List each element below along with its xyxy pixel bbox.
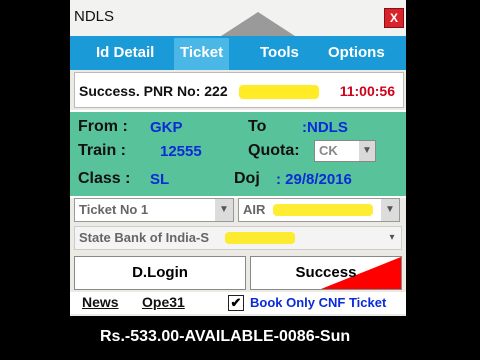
window-title: NDLS: [74, 8, 115, 25]
to-label: To: [248, 118, 267, 135]
chevron-down-icon[interactable]: ▼: [359, 141, 375, 161]
bank-value: State Bank of India-S: [79, 230, 210, 245]
cnf-label[interactable]: Book Only CNF Ticket: [250, 295, 386, 310]
class-value: SL: [150, 171, 170, 188]
news-link[interactable]: News: [82, 294, 119, 310]
bank-select[interactable]: State Bank of India-S ▾: [74, 226, 402, 250]
payment-value: AIR: [243, 202, 266, 217]
success-label: Success: [295, 264, 357, 281]
ope-link[interactable]: Ope31: [142, 294, 185, 310]
redaction-highlight: [225, 232, 295, 244]
class-label: Class :: [78, 170, 131, 187]
ticker-text: Rs.-533.00-AVAILABLE-0086-Sun: [100, 328, 351, 345]
chevron-down-icon[interactable]: ▼: [215, 199, 233, 221]
train-value: 12555: [160, 143, 202, 160]
cnf-checkbox[interactable]: ✔: [228, 295, 244, 311]
pnr-status: Success. PNR No: 222: [79, 83, 228, 99]
status-bar: Success. PNR No: 222 11:00:56: [74, 72, 404, 108]
payment-select[interactable]: AIR ▼: [238, 198, 400, 222]
chevron-down-icon[interactable]: ▼: [381, 199, 399, 221]
overlay-shape: [218, 12, 298, 38]
quota-value: CK: [319, 143, 338, 158]
ticker-bar: Rs.-533.00-AVAILABLE-0086-Sun: [70, 316, 406, 360]
doj-value: : 29/8/2016: [276, 171, 352, 188]
login-button[interactable]: D.Login: [74, 256, 246, 290]
menu-options[interactable]: Options: [328, 44, 385, 61]
doj-label: Doj: [234, 170, 260, 187]
journey-panel: From : GKP To :NDLS Train : 12555 Quota:…: [70, 110, 406, 198]
menu-ticket[interactable]: Ticket: [174, 38, 230, 70]
ticket-no-value: Ticket No 1: [79, 202, 149, 217]
title-bar: NDLS X: [70, 0, 406, 38]
app-window: NDLS X Id Detail Ticket Tools Options Su…: [70, 0, 406, 360]
quota-select[interactable]: CK ▼: [314, 140, 376, 162]
status-time: 11:00:56: [339, 83, 395, 99]
chevron-down-icon[interactable]: ▾: [383, 227, 401, 249]
ticket-no-select[interactable]: Ticket No 1 ▼: [74, 198, 234, 222]
menu-id-detail[interactable]: Id Detail: [96, 44, 154, 61]
footer-bar: News Ope31 ✔ Book Only CNF Ticket: [70, 292, 406, 314]
menu-tools[interactable]: Tools: [260, 44, 299, 61]
success-button[interactable]: Success: [250, 256, 402, 290]
quota-label: Quota:: [248, 142, 300, 159]
menu-bar: Id Detail Ticket Tools Options: [70, 36, 406, 70]
to-value: :NDLS: [302, 119, 348, 136]
redaction-highlight: [239, 85, 319, 99]
from-label: From :: [78, 118, 128, 135]
from-value: GKP: [150, 119, 183, 136]
train-label: Train :: [78, 142, 127, 159]
close-button[interactable]: X: [384, 8, 404, 28]
redaction-highlight: [273, 204, 373, 216]
